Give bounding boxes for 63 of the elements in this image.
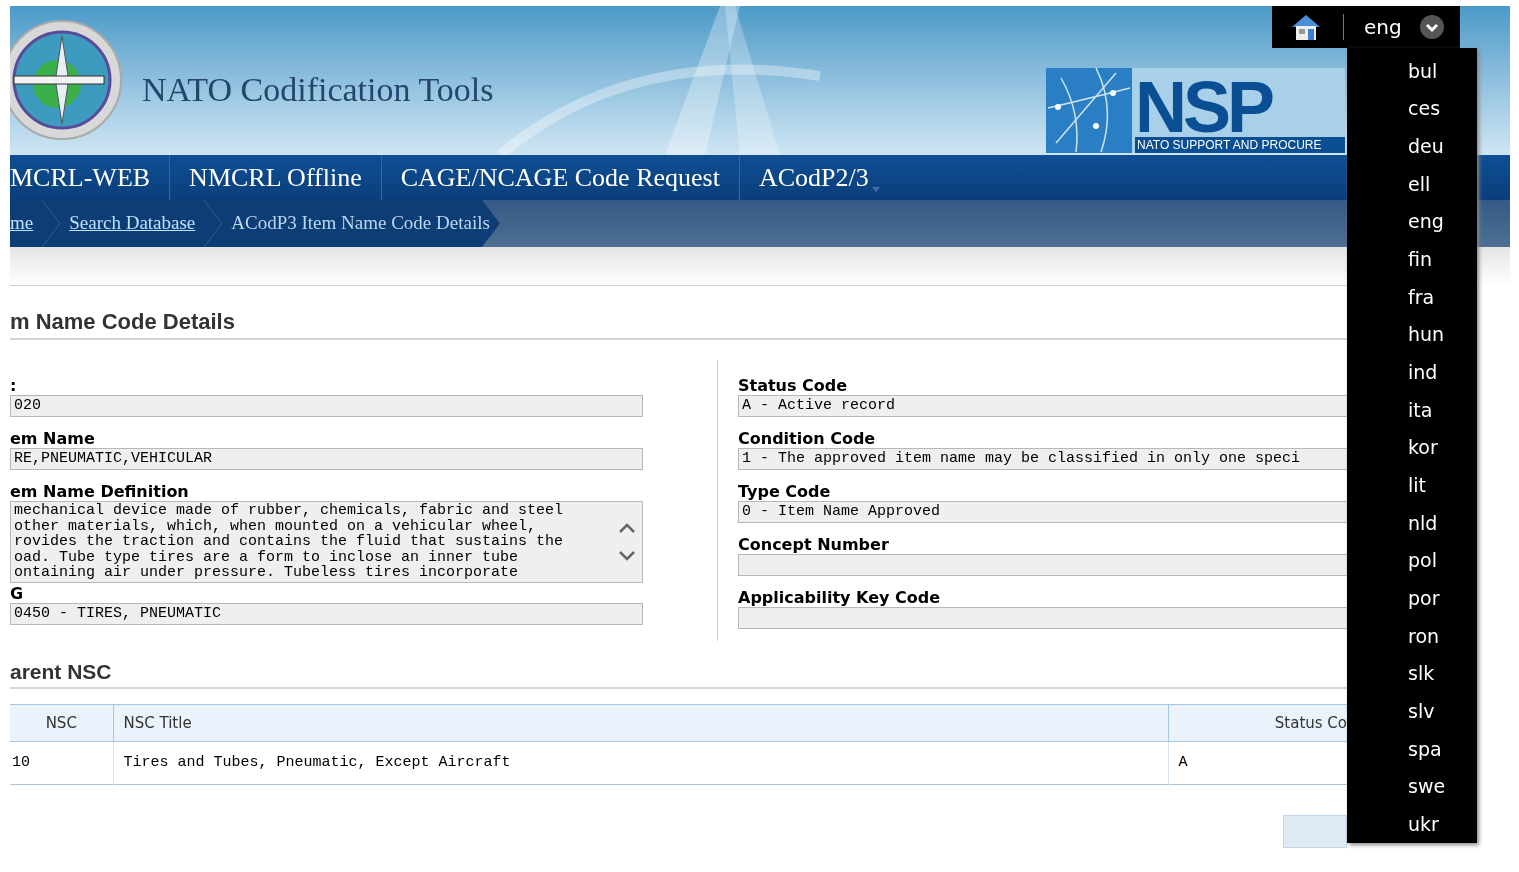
scroll-up-icon[interactable] bbox=[618, 522, 636, 535]
column-header[interactable]: NSC bbox=[10, 704, 113, 742]
text-field[interactable] bbox=[738, 607, 1347, 629]
text-field[interactable]: RE,PNEUMATIC,VEHICULAR bbox=[10, 448, 643, 470]
definition-line: other materials, which, when mounted on a vehicular wheel, bbox=[14, 518, 537, 535]
definition-line: rovides the traction and contains the fluid that sustains the bbox=[14, 534, 565, 550]
logo-tagline: NATO SUPPORT AND PROCURE bbox=[1135, 137, 1345, 153]
field-label: G bbox=[10, 584, 25, 603]
language-option[interactable]: pol bbox=[1347, 541, 1477, 580]
definition-line: oad. Tube type tires are a form to inclose an inner tube bbox=[14, 549, 520, 566]
field-label: Applicability Key Code bbox=[738, 588, 942, 607]
language-option[interactable]: kor bbox=[1347, 428, 1477, 467]
field-label: em Name bbox=[10, 429, 96, 448]
text-field[interactable]: A - Active record bbox=[738, 395, 1347, 417]
text-field[interactable]: 0 - Item Name Approved bbox=[738, 501, 1347, 523]
definition-line: ontaining air under pressure. Tubeless tires incorporate bbox=[14, 565, 520, 581]
definition-area[interactable] bbox=[10, 501, 643, 583]
breadcrumb-link[interactable]: Search Database bbox=[69, 209, 196, 238]
language-option[interactable]: eng bbox=[1347, 202, 1477, 241]
language-option[interactable]: bul bbox=[1347, 52, 1477, 90]
section-title: m Name Code Details bbox=[10, 308, 1347, 340]
field-label: Type Code bbox=[738, 482, 832, 501]
language-option[interactable]: ind bbox=[1347, 353, 1477, 392]
nav-link[interactable]: MCRL-WEB bbox=[10, 155, 170, 200]
text-field[interactable] bbox=[738, 554, 1347, 576]
language-option[interactable]: spa bbox=[1347, 730, 1477, 768]
breadcrumb-current: ACodP3 Item Name Code Details bbox=[231, 211, 490, 236]
chevron-down-icon bbox=[1419, 15, 1444, 39]
language-option[interactable]: lit bbox=[1347, 466, 1477, 505]
chevron-separator-icon bbox=[41, 200, 62, 247]
language-option[interactable]: ukr bbox=[1347, 805, 1477, 844]
table-cell: Tires and Tubes, Pneumatic, Except Aircraft bbox=[113, 741, 1168, 785]
language-option[interactable]: swe bbox=[1347, 767, 1477, 806]
text-field[interactable]: 020 bbox=[10, 395, 643, 417]
field-label: Concept Number bbox=[738, 535, 890, 554]
language-option[interactable]: fin bbox=[1347, 240, 1477, 279]
language-option[interactable]: fra bbox=[1347, 278, 1477, 316]
language-option[interactable]: slk bbox=[1347, 654, 1477, 693]
column-header[interactable]: Status Co bbox=[1168, 704, 1347, 742]
language-option[interactable]: deu bbox=[1347, 127, 1477, 165]
field-label: Status Code bbox=[738, 376, 849, 395]
section-title: arent NSC bbox=[10, 659, 1347, 689]
language-option[interactable]: por bbox=[1347, 579, 1477, 618]
language-option[interactable]: slv bbox=[1347, 692, 1477, 731]
table-cell: 10 bbox=[10, 741, 113, 785]
scroll-down-icon[interactable] bbox=[618, 549, 636, 562]
language-option[interactable]: ita bbox=[1347, 391, 1477, 429]
language-option[interactable]: ron bbox=[1347, 617, 1477, 655]
site-title: NATO Codification Tools bbox=[142, 70, 494, 110]
field-label: : bbox=[10, 376, 18, 395]
column-header[interactable]: NSC Title bbox=[113, 704, 1168, 742]
text-field[interactable]: 0450 - TIRES, PNEUMATIC bbox=[10, 603, 643, 625]
chevron-separator-icon bbox=[203, 200, 224, 247]
language-option[interactable]: nld bbox=[1347, 504, 1477, 542]
definition-line: mechanical device made of rubber, chemicals, fabric and steel bbox=[14, 503, 565, 519]
breadcrumb-link[interactable]: me bbox=[10, 209, 34, 238]
language-option[interactable]: ell bbox=[1347, 165, 1477, 203]
language-option[interactable]: hun bbox=[1347, 315, 1477, 354]
language-option[interactable]: ces bbox=[1347, 89, 1477, 128]
field-label: Condition Code bbox=[738, 429, 877, 448]
text-field[interactable]: 1 - The approved item name may be classified in only one speci bbox=[738, 448, 1347, 470]
logo-wordmark: NSP bbox=[1135, 77, 1272, 137]
field-label: em Name Definition bbox=[10, 482, 190, 501]
